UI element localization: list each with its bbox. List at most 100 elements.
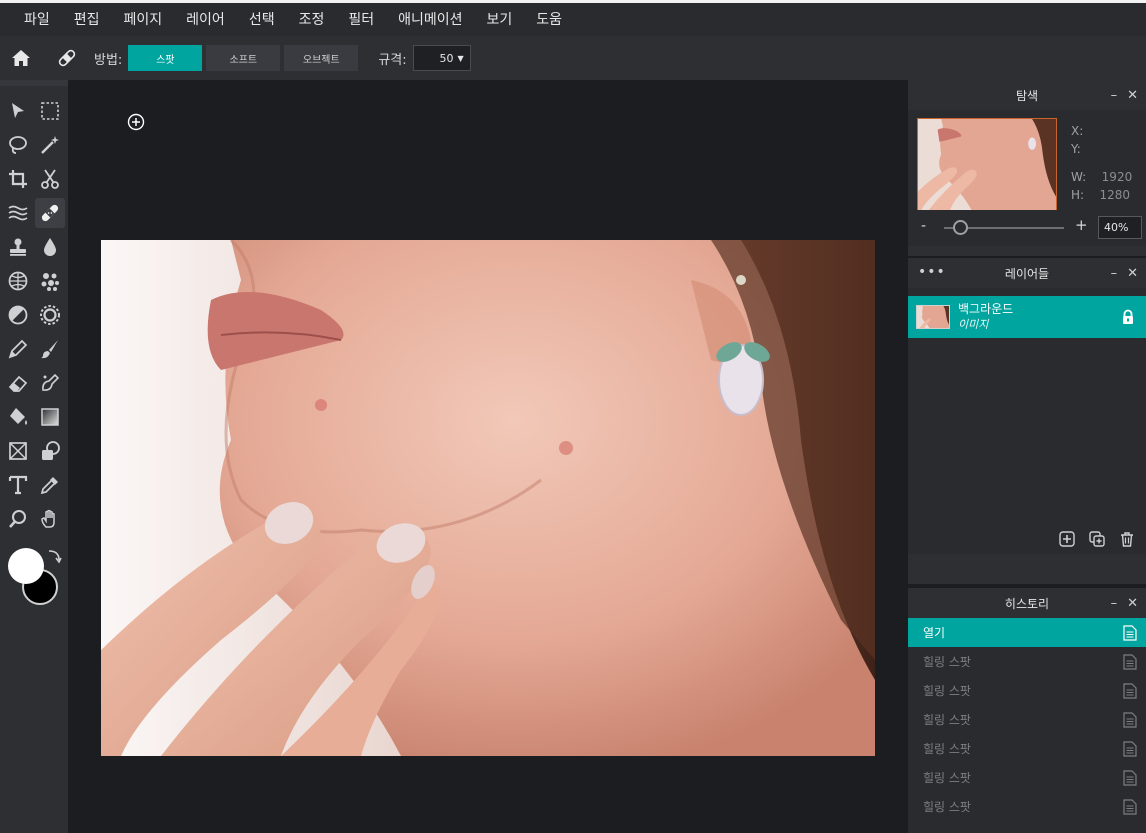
canvas-area[interactable]: [68, 80, 908, 833]
options-bar: 방법: 스팟 소프트 오브젝트 규격: 50 ▼: [0, 36, 1146, 80]
heal-tool-icon[interactable]: [35, 198, 65, 228]
add-layer-icon[interactable]: [1058, 530, 1076, 548]
menu-edit[interactable]: 편집: [62, 5, 112, 35]
history-item[interactable]: 힐링 스팟: [908, 763, 1146, 792]
menu-select[interactable]: 선택: [237, 5, 287, 35]
h-label: H:: [1071, 188, 1085, 202]
close-icon[interactable]: ✕: [1127, 596, 1138, 611]
size-select[interactable]: 50 ▼: [412, 45, 471, 71]
layer-item[interactable]: 백그라운드 이미지: [908, 296, 1146, 338]
paint-bucket-icon[interactable]: [3, 402, 33, 432]
minimize-icon[interactable]: –: [1111, 266, 1118, 281]
pencil-icon[interactable]: [3, 334, 33, 364]
brush-icon[interactable]: [35, 334, 65, 364]
document-icon: [1123, 741, 1137, 757]
history-item[interactable]: 힐링 스팟: [908, 705, 1146, 734]
foreground-color-swatch[interactable]: [8, 548, 44, 584]
scissors-icon[interactable]: [35, 164, 65, 194]
layers-title: 레이어들: [1004, 266, 1050, 281]
menu-layer[interactable]: 레이어: [174, 5, 237, 35]
crop-tool-icon[interactable]: [3, 164, 33, 194]
history-item-label: 힐링 스팟: [923, 771, 971, 785]
dodge-burn-icon[interactable]: [3, 300, 33, 330]
close-icon[interactable]: ✕: [1127, 266, 1138, 281]
zoom-icon[interactable]: [3, 504, 33, 534]
history-item-label: 힐링 스팟: [923, 742, 971, 756]
zoom-slider-handle[interactable]: [953, 220, 968, 235]
zoom-out-button[interactable]: -: [921, 218, 926, 234]
mode-object-button[interactable]: 오브젝트: [284, 45, 359, 71]
delete-layer-icon[interactable]: [1118, 530, 1136, 548]
mode-spot-button[interactable]: 스팟: [128, 45, 203, 71]
home-button[interactable]: [4, 41, 38, 75]
history-item-label: 열기: [923, 626, 946, 640]
lasso-tool-icon[interactable]: [3, 130, 33, 160]
zoom-value-field[interactable]: 40%: [1098, 216, 1142, 239]
history-title: 히스토리: [1004, 596, 1050, 611]
minimize-icon[interactable]: –: [1111, 596, 1118, 611]
menu-view[interactable]: 보기: [475, 5, 525, 35]
color-replace-icon[interactable]: [35, 266, 65, 296]
size-value: 50: [439, 51, 454, 65]
current-tool-indicator: [50, 41, 84, 75]
history-item-label: 힐링 스팟: [923, 800, 971, 814]
navigator-panel: 탐색 – ✕ X: Y: W: 1920 H: 1280 - + 40%: [908, 80, 1146, 256]
swap-colors-icon[interactable]: [46, 548, 62, 564]
document-icon: [1123, 654, 1137, 670]
text-icon[interactable]: [3, 470, 33, 500]
history-item[interactable]: 힐링 스팟: [908, 734, 1146, 763]
menu-adjust[interactable]: 조정: [287, 5, 337, 35]
shape-combine-icon[interactable]: [35, 436, 65, 466]
layer-thumbnail: [916, 305, 950, 329]
history-item-label: 힐링 스팟: [923, 655, 971, 669]
layer-actions: [1058, 530, 1136, 548]
history-item[interactable]: 힐링 스팟: [908, 792, 1146, 821]
gradient-icon[interactable]: [35, 402, 65, 432]
sponge-icon[interactable]: [3, 266, 33, 296]
layers-list: 백그라운드 이미지: [908, 288, 1146, 554]
mode-soft-button[interactable]: 소프트: [206, 45, 281, 71]
bandage-icon: [58, 49, 76, 67]
document-icon: [1123, 770, 1137, 786]
canvas-image[interactable]: [101, 240, 875, 756]
document-icon: [1123, 683, 1137, 699]
lock-icon[interactable]: [1120, 309, 1136, 325]
blur-drop-icon[interactable]: [35, 232, 65, 262]
smudge-icon[interactable]: [35, 368, 65, 398]
document-icon: [1123, 625, 1137, 641]
more-options-icon[interactable]: •••: [918, 264, 946, 280]
magic-wand-tool-icon[interactable]: [35, 130, 65, 160]
document-icon: [1123, 712, 1137, 728]
eyedropper-icon[interactable]: [35, 470, 65, 500]
duplicate-layer-icon[interactable]: [1088, 530, 1106, 548]
history-item[interactable]: 힐링 스팟: [908, 676, 1146, 705]
history-item[interactable]: 힐링 스팟: [908, 647, 1146, 676]
close-icon[interactable]: ✕: [1127, 88, 1138, 103]
menu-help[interactable]: 도움: [524, 5, 574, 35]
menu-bar: 파일 편집 페이지 레이어 선택 조정 필터 애니메이션 보기 도움: [0, 0, 1146, 36]
liquify-icon[interactable]: [3, 198, 33, 228]
menu-page[interactable]: 페이지: [112, 5, 175, 35]
history-item[interactable]: 열기: [908, 618, 1146, 647]
navigator-title: 탐색: [1015, 88, 1039, 103]
toolbar: [0, 80, 68, 833]
menu-animation[interactable]: 애니메이션: [386, 5, 474, 35]
w-value: 1920: [1101, 170, 1133, 184]
w-label: W:: [1071, 170, 1087, 184]
shape-frame-icon[interactable]: [3, 436, 33, 466]
zoom-in-button[interactable]: +: [1075, 216, 1088, 234]
move-tool-icon[interactable]: [3, 96, 33, 126]
x-label: X:: [1071, 124, 1084, 138]
clone-stamp-icon[interactable]: [3, 232, 33, 262]
menu-filter[interactable]: 필터: [336, 5, 386, 35]
eraser-icon[interactable]: [3, 368, 33, 398]
menu-file[interactable]: 파일: [12, 5, 62, 35]
minimize-icon[interactable]: –: [1111, 88, 1118, 103]
size-label: 규격:: [378, 52, 407, 68]
layer-name: 백그라운드: [958, 302, 1014, 316]
hand-icon[interactable]: [35, 504, 65, 534]
marquee-tool-icon[interactable]: [35, 96, 65, 126]
zoom-row: - + 40%: [908, 210, 1146, 246]
navigator-thumbnail[interactable]: [917, 118, 1057, 211]
sharpen-gear-icon[interactable]: [35, 300, 65, 330]
